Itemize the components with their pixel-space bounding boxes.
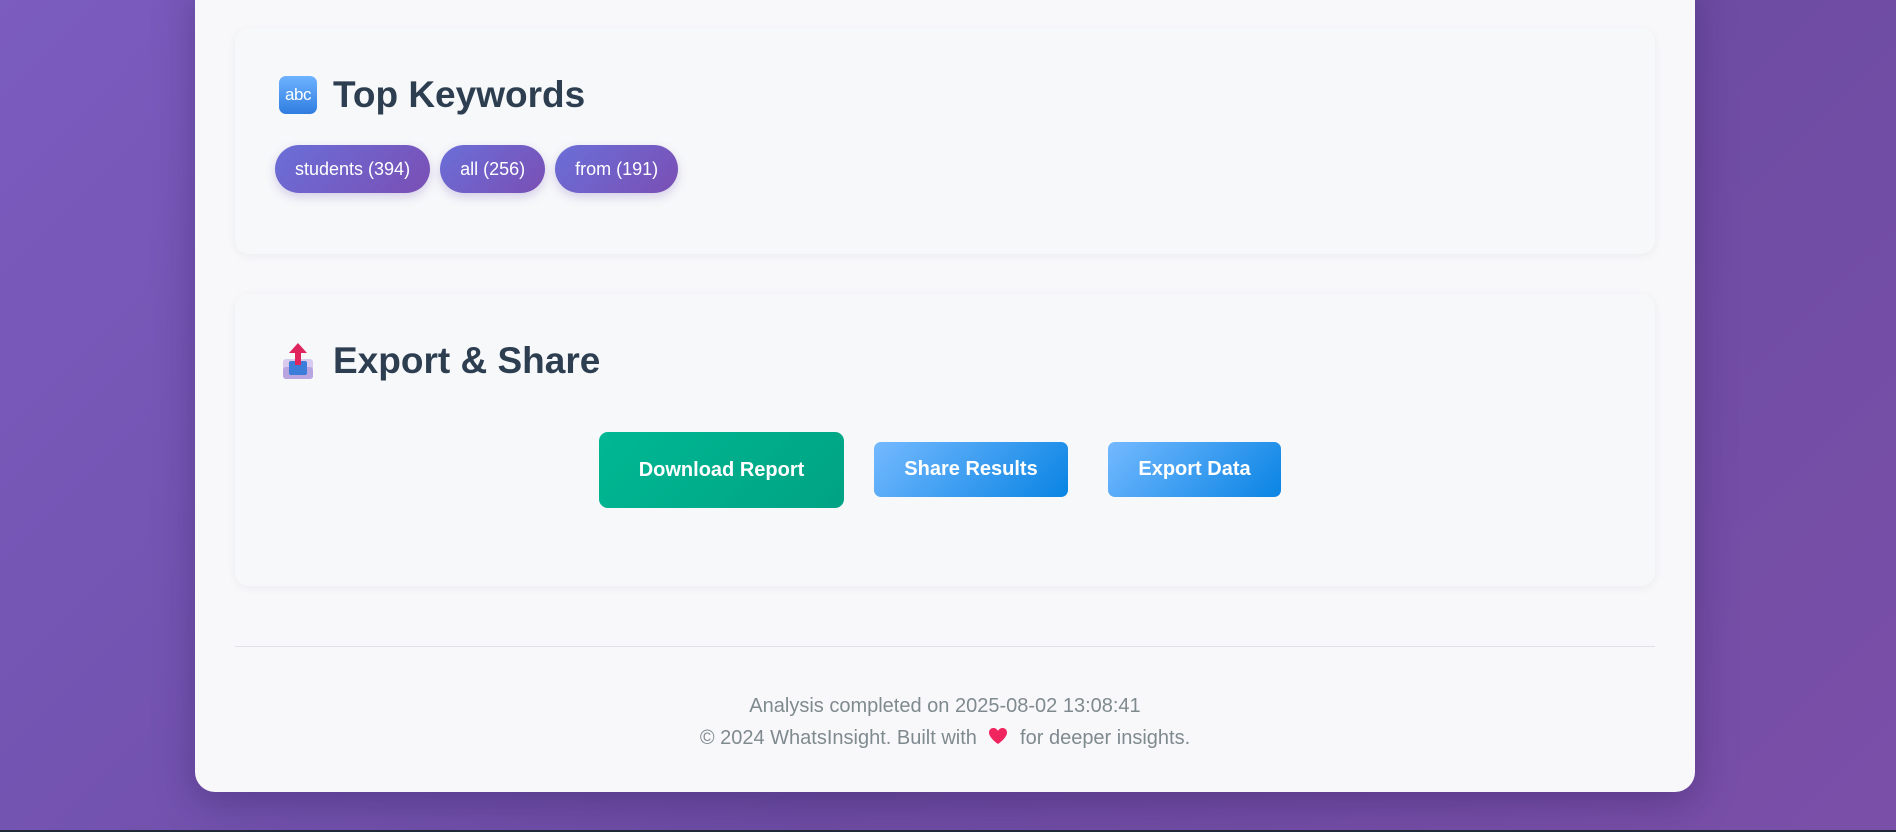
export-data-button[interactable]: Export Data bbox=[1108, 442, 1281, 497]
export-share-heading: Export & Share bbox=[279, 340, 600, 382]
keyword-tag[interactable]: from (191) bbox=[555, 145, 679, 193]
export-share-title: Export & Share bbox=[333, 340, 601, 381]
export-share-card: Export & Share Download Report Share Res… bbox=[235, 294, 1655, 586]
share-results-button[interactable]: Share Results bbox=[874, 442, 1068, 497]
copyright-suffix: for deeper insights. bbox=[1020, 727, 1191, 749]
copyright-prefix: © 2024 WhatsInsight. Built with bbox=[699, 727, 977, 749]
top-keywords-card: abc Top Keywords students (394) all (256… bbox=[235, 28, 1655, 254]
keyword-tags: students (394) all (256) from (191) bbox=[275, 145, 679, 193]
abc-input-icon: abc bbox=[279, 76, 317, 114]
keyword-tag[interactable]: students (394) bbox=[275, 145, 431, 193]
footer: Analysis completed on 2025-08-02 13:08:4… bbox=[195, 690, 1695, 755]
outbox-tray-icon bbox=[279, 341, 317, 381]
footer-divider bbox=[235, 646, 1655, 647]
analysis-timestamp: Analysis completed on 2025-08-02 13:08:4… bbox=[749, 695, 1141, 717]
keyword-tag[interactable]: all (256) bbox=[440, 145, 546, 193]
main-container: abc Top Keywords students (394) all (256… bbox=[195, 0, 1695, 792]
top-keywords-heading: abc Top Keywords bbox=[279, 74, 585, 116]
download-report-button[interactable]: Download Report bbox=[599, 432, 844, 508]
export-buttons: Download Report Share Results Export Dat… bbox=[235, 432, 1655, 508]
red-heart-icon bbox=[988, 723, 1008, 755]
copyright-line: © 2024 WhatsInsight. Built with for deep… bbox=[195, 722, 1695, 755]
top-keywords-title: Top Keywords bbox=[333, 74, 586, 115]
